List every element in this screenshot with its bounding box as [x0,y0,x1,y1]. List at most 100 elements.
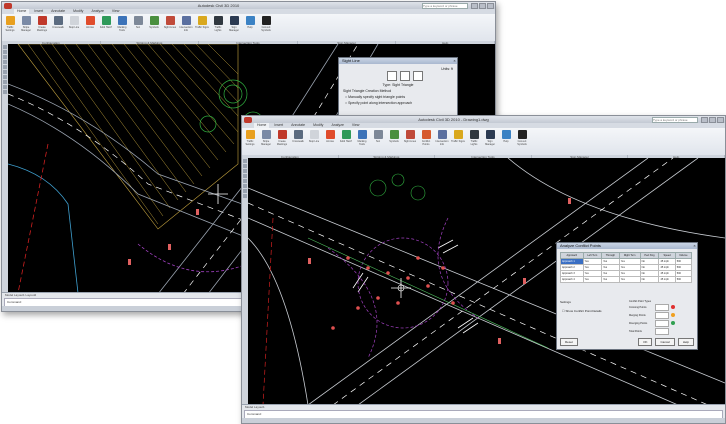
sight-distance-type-icon[interactable] [413,71,423,81]
sight-line-type-icon[interactable] [400,71,410,81]
merging-color-icon[interactable] [671,313,675,317]
crossing-color-icon[interactable] [671,305,675,309]
help-button[interactable]: Help [243,16,257,32]
tool-icon[interactable] [3,55,7,59]
conflict-points-button[interactable]: Conflict Points [419,130,433,146]
tool-icon[interactable] [243,164,247,168]
convert-symbols-button[interactable]: Convert Symbols [259,16,273,32]
traffic-lights-button[interactable]: Traffic Lights [211,16,225,32]
tool-icon[interactable] [243,179,247,183]
marking-tools-button[interactable]: Marking Tools [355,130,369,146]
text-button[interactable]: Text [131,16,145,32]
stop-line-button[interactable]: Stop Line [67,16,81,32]
tool-icon[interactable] [243,174,247,178]
convert-symbols-button[interactable]: Convert Symbols [515,130,529,146]
sight-type-icons [387,71,423,81]
table-cell[interactable]: 45 mph [658,276,676,283]
table-cell[interactable]: No [639,276,660,283]
tool-icon[interactable] [3,90,7,94]
help-button[interactable]: Help [677,338,694,346]
diverging-color-icon[interactable] [671,321,675,325]
show-details-checkbox[interactable]: ☐ Show Conflict Point Details [562,309,602,313]
create-markings-button[interactable]: Create Markings [275,130,289,146]
tool-icon[interactable] [3,45,7,49]
traffic-lights-button[interactable]: Traffic Lights [467,130,481,146]
conflict-count-field[interactable] [655,319,669,327]
conflict-count-field[interactable] [655,311,669,319]
stop-line-icon [69,16,79,25]
intersection-info-button[interactable]: Intersection Info [435,130,449,146]
minimize-button[interactable] [471,2,478,9]
tool-icon[interactable] [243,159,247,163]
intersection-info-button[interactable]: Intersection Info [179,16,193,32]
application-menu-button[interactable] [244,116,252,123]
conflict-count-field[interactable] [655,327,669,335]
stripe-manager-button[interactable]: Stripe Manager [19,16,33,32]
arrows-button[interactable]: Arrows [323,130,337,146]
symbols-icon [149,16,159,25]
layout-tab[interactable]: Model [245,405,253,409]
maximize-button[interactable] [709,116,716,123]
sign-manager-button[interactable]: Sign Manager [227,16,241,32]
tool-icon[interactable] [243,169,247,173]
solid-hatch-button[interactable]: Solid Hatch [99,16,113,32]
close-icon[interactable]: × [692,243,697,249]
marking-tools-button[interactable]: Marking Tools [115,16,129,32]
tool-icon[interactable] [3,50,7,54]
create-markings-button[interactable]: Create Markings [35,16,49,32]
approach-point-option[interactable]: ○ Specify point along intersection appro… [345,101,412,105]
ok-button[interactable]: OK [638,338,653,346]
manual-points-option[interactable]: ○ Manually specify sight triangle points [345,95,405,99]
table-cell[interactable]: Yes [601,276,620,283]
sight-lines-button[interactable]: Sight Lines [163,16,177,32]
text-button[interactable]: Text [371,130,385,146]
minimize-button[interactable] [701,116,708,123]
solid-hatch-button[interactable]: Solid Hatch [339,130,353,146]
application-menu-button[interactable] [4,2,12,9]
close-icon[interactable]: × [452,58,457,64]
tool-icon[interactable] [3,80,7,84]
crosshair [208,184,228,204]
layout-tab[interactable]: Layout1 [254,405,265,409]
layout-tab[interactable]: Layout2 [26,293,37,297]
sight-triangle-type-icon[interactable] [387,71,397,81]
table-row[interactable]: Approach 4 Yes Yes Yes No 45 mph 500 [560,276,693,283]
reset-button[interactable]: Reset [560,338,578,346]
traffic-signs-button[interactable]: Traffic Signs [451,130,465,146]
table-cell[interactable]: Yes [618,276,641,283]
crosswalk-button[interactable]: Crosswalk [291,130,305,146]
tool-icon[interactable] [243,184,247,188]
tool-icon[interactable] [3,85,7,89]
tool-icon[interactable] [243,189,247,193]
text-icon [133,16,143,25]
maximize-button[interactable] [479,2,486,9]
conflict-count-field[interactable] [655,303,669,311]
stop-line-button[interactable]: Stop Line [307,130,321,146]
tool-icon[interactable] [3,70,7,74]
symbols-button[interactable]: Symbols [387,130,401,146]
close-button[interactable] [487,2,494,9]
tool-icon[interactable] [3,60,7,64]
layout-tab[interactable]: Model [5,293,13,297]
layout-tab[interactable]: Layout1 [14,293,25,297]
table-cell[interactable]: Approach 4 [560,276,584,283]
table-cell[interactable]: Yes [582,276,603,283]
traffic-settings-button[interactable]: Traffic Settings [3,16,17,32]
close-button[interactable] [717,116,724,123]
help-button[interactable]: Help [499,130,513,146]
tool-icon[interactable] [3,65,7,69]
table-cell[interactable]: 500 [674,276,693,283]
arrows-button[interactable]: Arrows [83,16,97,32]
tool-icon[interactable] [243,194,247,198]
traffic-settings-button[interactable]: Traffic Settings [243,130,257,146]
back-search-input[interactable]: Type a keyword or phrase [422,2,468,9]
tool-icon[interactable] [3,75,7,79]
front-search-input[interactable]: Type a keyword or phrase [652,116,698,123]
stripe-manager-button[interactable]: Stripe Manager [259,130,273,146]
symbols-button[interactable]: Symbols [147,16,161,32]
sight-lines-button[interactable]: Sight Lines [403,130,417,146]
traffic-signs-button[interactable]: Traffic Signs [195,16,209,32]
cancel-button[interactable]: Cancel [655,338,675,346]
sign-manager-button[interactable]: Sign Manager [483,130,497,146]
crosswalk-button[interactable]: Crosswalk [51,16,65,32]
